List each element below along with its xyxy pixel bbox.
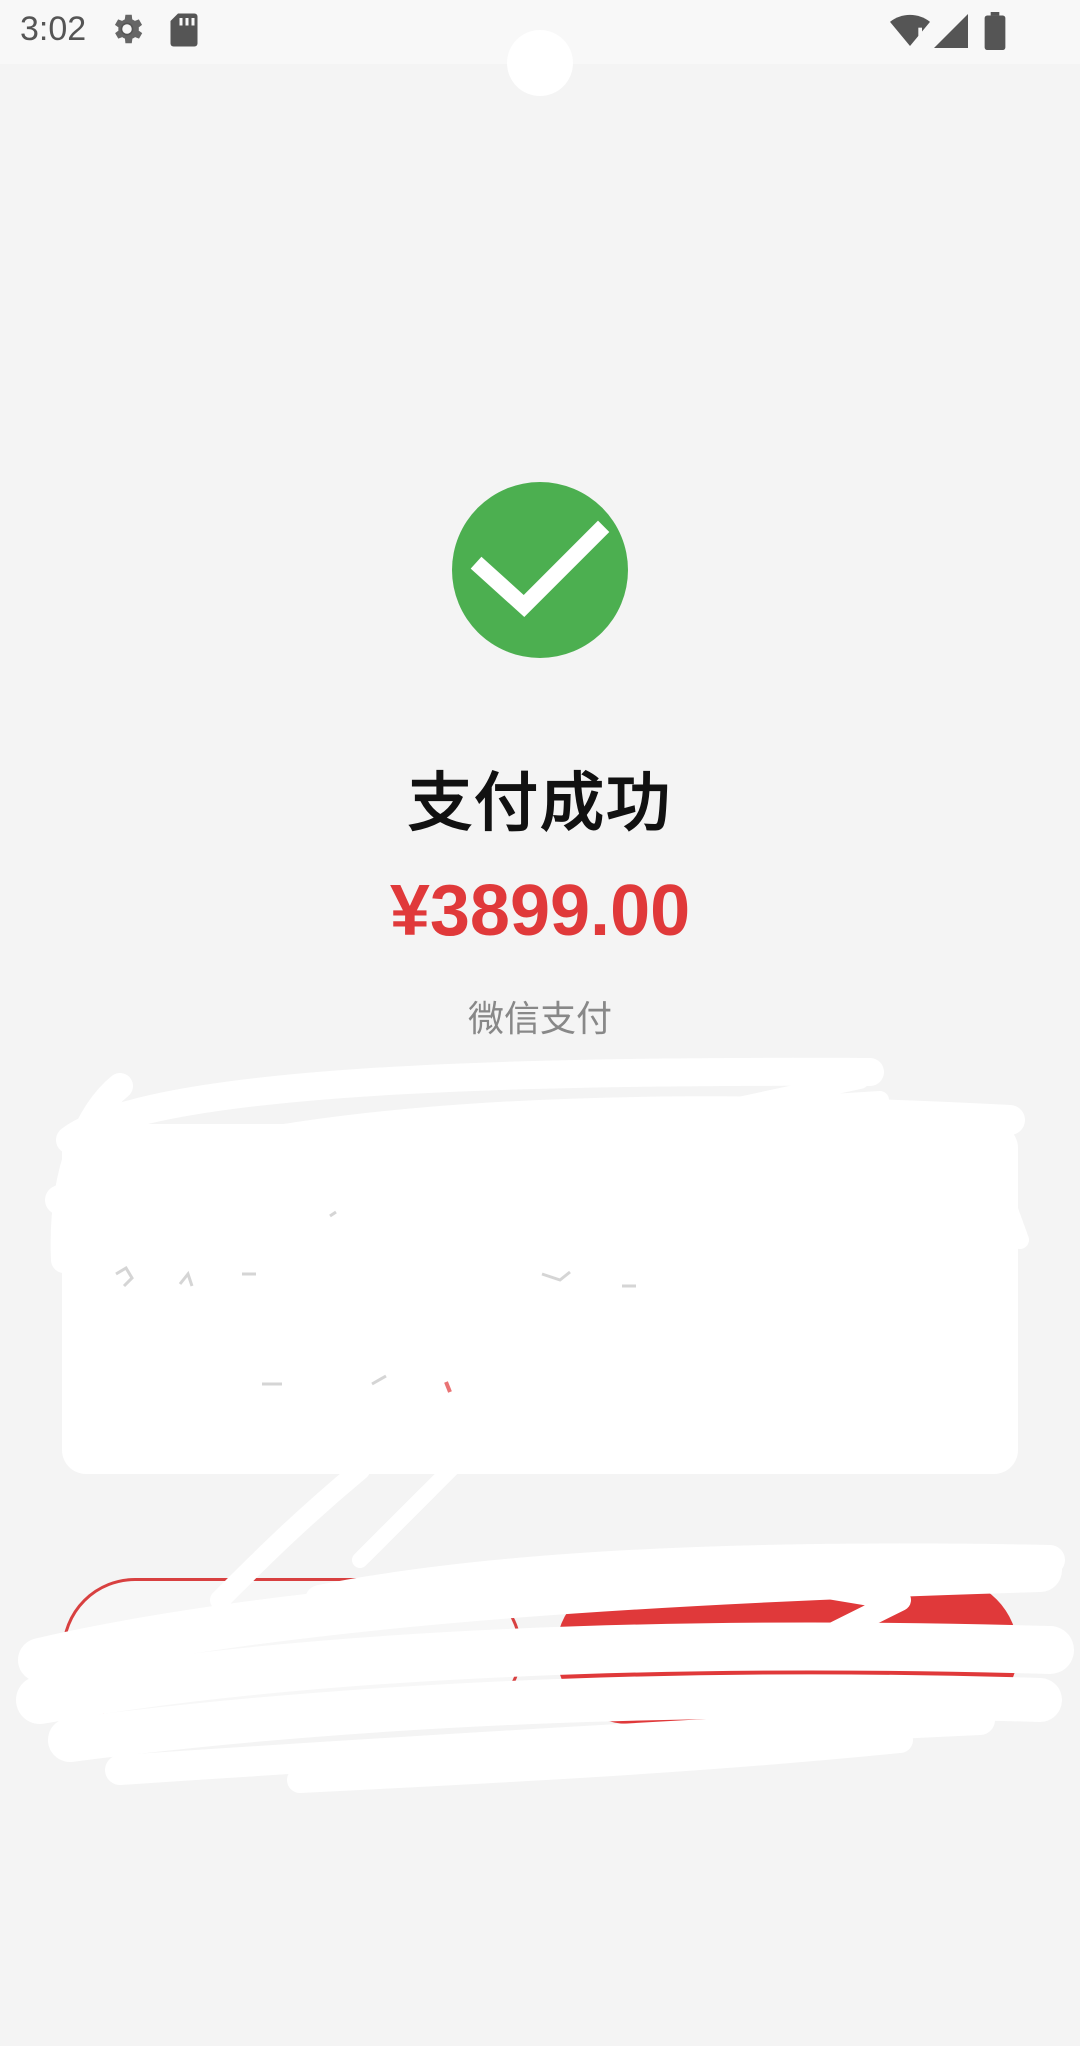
payment-method: 微信支付 xyxy=(467,999,612,1040)
camera-dot xyxy=(507,30,573,96)
payment-success-title: 支付成功 xyxy=(408,767,672,841)
wifi-alert-icon xyxy=(890,14,930,52)
sd-card-icon xyxy=(168,12,200,52)
status-time: 3:02 xyxy=(20,10,87,48)
gear-icon xyxy=(108,10,146,52)
primary-action-button[interactable] xyxy=(556,1578,1018,1724)
order-info-card xyxy=(62,1124,1018,1474)
battery-icon xyxy=(984,12,1006,54)
secondary-action-button[interactable] xyxy=(62,1578,522,1724)
redaction-marks xyxy=(115,1210,636,1393)
check-circle-icon xyxy=(452,482,628,658)
payment-amount: ¥3899.00 xyxy=(389,871,691,951)
cellular-signal-icon xyxy=(934,14,968,52)
